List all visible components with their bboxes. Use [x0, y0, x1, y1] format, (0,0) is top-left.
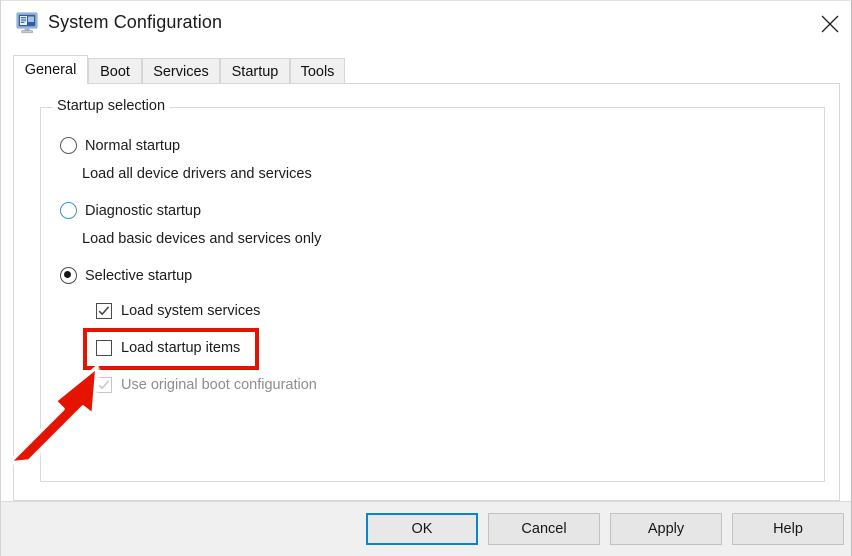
general-tab-panel: Startup selection Normal startup Load al… [13, 83, 840, 501]
apply-button[interactable]: Apply [610, 513, 722, 545]
dialog-footer: OK Cancel Apply Help [1, 501, 851, 556]
tab-strip: General Boot Services Startup Tools [13, 55, 841, 84]
checkbox-row-load-startup-items[interactable]: Load startup items [96, 340, 240, 356]
cancel-button[interactable]: Cancel [488, 513, 600, 545]
description-normal-startup: Load all device drivers and services [82, 166, 312, 182]
radio-label-diagnostic-startup: Diagnostic startup [85, 202, 202, 219]
tab-services[interactable]: Services [142, 58, 220, 84]
checkbox-row-use-original-boot-configuration: Use original boot configuration [96, 377, 317, 393]
radio-selective-startup[interactable] [60, 267, 77, 284]
window-title: System Configuration [48, 12, 223, 32]
startup-selection-label: Startup selection [53, 98, 171, 114]
radio-row-selective-startup[interactable]: Selective startup [60, 267, 192, 284]
help-button[interactable]: Help [732, 513, 844, 545]
checkbox-label-load-startup-items: Load startup items [121, 340, 241, 356]
description-diagnostic-startup: Load basic devices and services only [82, 231, 322, 247]
startup-selection-groupbox: Startup selection [40, 98, 825, 482]
radio-row-normal-startup[interactable]: Normal startup [60, 137, 180, 154]
checkbox-load-system-services[interactable] [96, 303, 112, 319]
checkbox-use-original-boot-configuration [96, 377, 112, 393]
radio-diagnostic-startup[interactable] [60, 202, 77, 219]
radio-row-diagnostic-startup[interactable]: Diagnostic startup [60, 202, 201, 219]
checkbox-load-startup-items[interactable] [96, 340, 112, 356]
system-configuration-dialog: System Configuration General Boot Servic… [0, 0, 852, 556]
system-configuration-monitor-icon [16, 12, 39, 34]
checkbox-row-load-system-services[interactable]: Load system services [96, 303, 260, 319]
radio-normal-startup[interactable] [60, 137, 77, 154]
tab-boot[interactable]: Boot [88, 58, 142, 84]
tab-startup[interactable]: Startup [220, 58, 290, 84]
close-x-icon [819, 13, 841, 35]
checkbox-label-use-original-boot-configuration: Use original boot configuration [121, 377, 317, 393]
title-bar: System Configuration [1, 1, 851, 47]
radio-label-normal-startup: Normal startup [85, 137, 181, 154]
tab-general[interactable]: General [13, 55, 88, 84]
radio-label-selective-startup: Selective startup [85, 267, 193, 284]
ok-button[interactable]: OK [366, 513, 478, 545]
checkbox-label-load-system-services: Load system services [121, 303, 261, 319]
close-button[interactable] [806, 1, 851, 47]
tab-tools[interactable]: Tools [290, 58, 345, 84]
